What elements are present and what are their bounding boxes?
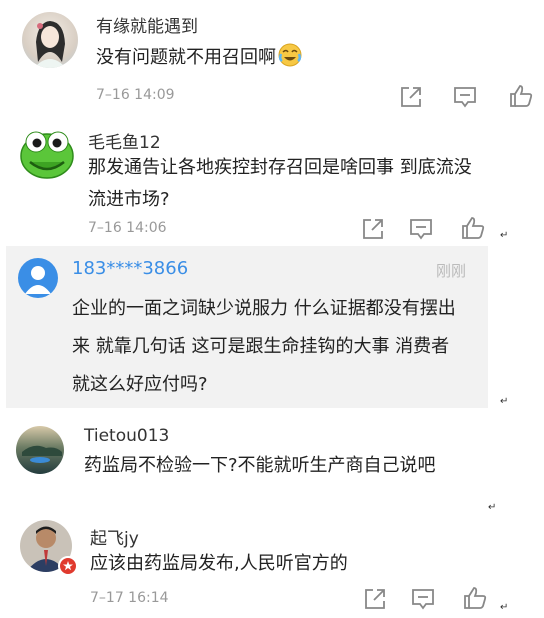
like-icon[interactable] <box>508 83 534 109</box>
share-icon[interactable] <box>360 216 386 242</box>
laughing-crying-emoji-icon <box>278 43 302 67</box>
avatar[interactable] <box>16 426 64 474</box>
comment-icon[interactable] <box>408 216 434 242</box>
like-icon[interactable] <box>460 215 486 241</box>
username[interactable]: 183****3866 <box>72 258 188 279</box>
return-mark: ↵ <box>500 602 509 613</box>
comment-text: 那发通告让各地疾控封存召回是啥回事 到底流没流进市场? <box>88 157 472 210</box>
return-mark: ↵ <box>500 396 509 407</box>
comment-icon[interactable] <box>452 84 478 110</box>
avatar[interactable] <box>18 124 76 182</box>
timestamp: 刚刚 <box>436 262 467 280</box>
comment-text-content: 没有问题就不用召回啊 <box>96 47 276 68</box>
timestamp: 7–16 14:09 <box>96 87 175 103</box>
timestamp: 7–17 16:14 <box>90 590 169 606</box>
username[interactable]: Tietou013 <box>84 426 169 446</box>
comment-text: 应该由药监局发布,人民听官方的 <box>90 553 348 574</box>
comment-text: 企业的一面之词缺少说服力 什么证据都没有摆出来 就靠几句话 这可是跟生命挂钩的大… <box>72 298 456 395</box>
like-icon[interactable] <box>462 585 488 611</box>
username[interactable]: 起飞jy <box>90 524 139 549</box>
comment-text: 药监局不检验一下?不能就听生产商自己说吧 <box>84 455 436 476</box>
share-icon[interactable] <box>362 586 388 612</box>
username[interactable]: 毛毛鱼12 <box>88 128 161 153</box>
verified-badge-icon <box>58 556 78 576</box>
return-mark: ↵ <box>500 230 509 241</box>
return-mark: ↵ <box>488 502 497 513</box>
comment-5: 起飞jy 应该由药监局发布,人民听官方的 7–17 16:14 ↵ <box>0 516 544 618</box>
avatar[interactable] <box>18 258 58 298</box>
share-icon[interactable] <box>398 84 424 110</box>
avatar[interactable] <box>22 12 78 68</box>
comment-text: 没有问题就不用召回啊 <box>96 42 516 74</box>
comment-4: Tietou013 药监局不检验一下?不能就听生产商自己说吧 ↵ <box>0 420 544 513</box>
comment-3: 183****3866 刚刚 企业的一面之词缺少说服力 什么证据都没有摆出来 就… <box>0 246 544 408</box>
comment-1: 有缘就能遇到 没有问题就不用召回啊 7–16 14:09 <box>0 0 544 118</box>
comment-icon[interactable] <box>410 586 436 612</box>
comment-2: 毛毛鱼12 那发通告让各地疾控封存召回是啥回事 到底流没流进市场? 7–16 1… <box>0 118 544 246</box>
timestamp: 7–16 14:06 <box>88 220 167 236</box>
username[interactable]: 有缘就能遇到 <box>96 12 198 37</box>
